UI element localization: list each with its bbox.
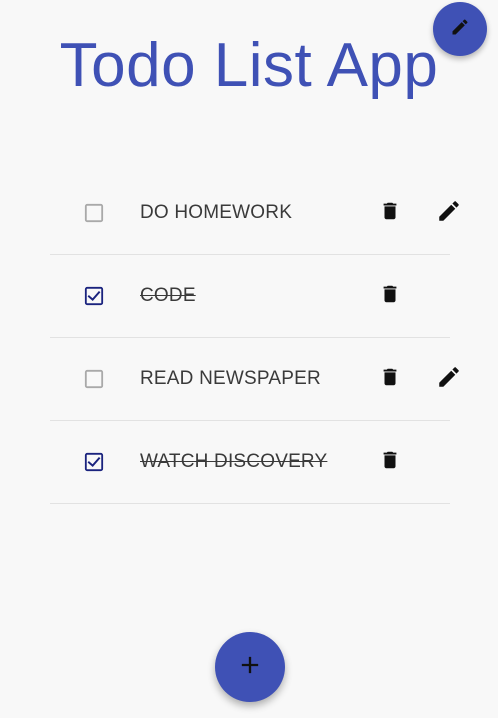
todo-checkbox[interactable]	[84, 452, 104, 472]
checkbox-unchecked-icon	[84, 369, 104, 389]
checkbox-checked-icon	[84, 286, 104, 306]
page-title: Todo List App	[59, 31, 439, 100]
todo-checkbox[interactable]	[84, 286, 104, 306]
todo-item: DO HOMEWORK	[50, 172, 459, 255]
delete-button[interactable]	[377, 283, 403, 309]
delete-button[interactable]	[377, 200, 403, 226]
trash-icon	[379, 365, 401, 394]
pencil-icon	[436, 364, 462, 395]
delete-button[interactable]	[377, 449, 403, 475]
add-todo-button[interactable]	[215, 632, 285, 702]
checkbox-checked-icon	[84, 452, 104, 472]
todo-text: READ NEWSPAPER	[140, 368, 321, 389]
todo-list: DO HOMEWORK CODE READ NEWSPAPER WATCH DI…	[50, 172, 459, 504]
edit-button[interactable]	[436, 366, 462, 392]
plus-icon	[236, 651, 264, 684]
pencil-icon	[450, 17, 470, 42]
checkbox-unchecked-icon	[84, 203, 104, 223]
trash-icon	[379, 282, 401, 311]
trash-icon	[379, 448, 401, 477]
todo-text: DO HOMEWORK	[140, 202, 293, 223]
todo-item: READ NEWSPAPER	[50, 338, 459, 421]
todo-checkbox[interactable]	[84, 203, 104, 223]
todo-text: CODE	[140, 285, 196, 306]
todo-app: Todo List App DO HOMEWORK CODE READ NEWS…	[0, 0, 498, 718]
todo-item: WATCH DISCOVERY	[50, 421, 450, 504]
todo-item: CODE	[50, 255, 450, 338]
trash-icon	[379, 199, 401, 228]
todo-checkbox[interactable]	[84, 369, 104, 389]
todo-text: WATCH DISCOVERY	[140, 451, 328, 472]
pencil-icon	[436, 198, 462, 229]
edit-mode-button[interactable]	[433, 2, 487, 56]
edit-button[interactable]	[436, 200, 462, 226]
delete-button[interactable]	[377, 366, 403, 392]
